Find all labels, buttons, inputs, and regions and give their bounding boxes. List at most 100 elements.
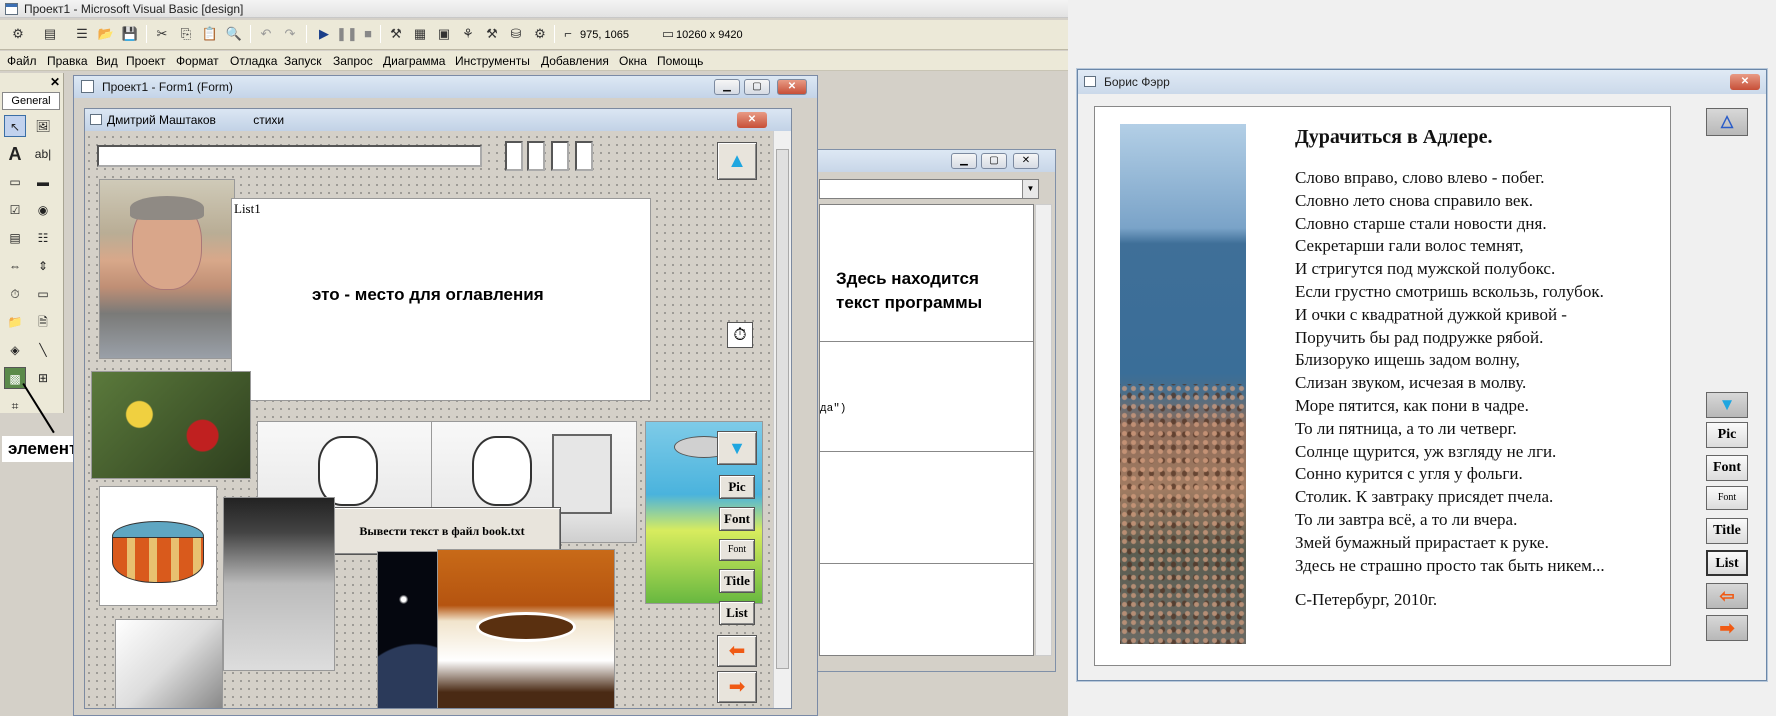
list-button[interactable]: List <box>719 601 755 625</box>
add-form-icon[interactable]: ▤ <box>40 24 60 44</box>
pause-icon[interactable]: ❚❚ <box>336 24 358 44</box>
textbox-tool-icon[interactable]: ab| <box>32 143 54 165</box>
menu-editor-icon[interactable]: ☰ <box>72 24 92 44</box>
title-button[interactable]: Title <box>1706 518 1748 544</box>
filelistbox-tool-icon[interactable]: 🗎 <box>32 311 54 333</box>
data-tool-icon[interactable]: ⊞ <box>32 367 54 389</box>
frame-tool-icon[interactable]: ▭ <box>4 171 26 193</box>
maximize-icon[interactable]: ▢ <box>744 79 770 95</box>
space-image <box>377 551 443 708</box>
redo-icon[interactable]: ↷ <box>280 24 300 44</box>
prev-arrow-button[interactable]: ⇦ <box>1706 583 1748 609</box>
drivelistbox-tool-icon[interactable]: ▭ <box>32 283 54 305</box>
optionbutton-tool-icon[interactable]: ◉ <box>32 199 54 221</box>
toolbox-close-icon[interactable]: ✕ <box>48 75 62 89</box>
dirlistbox-tool-icon[interactable]: 📁 <box>4 311 26 333</box>
save-icon[interactable]: 💾 <box>120 24 140 44</box>
menu-help[interactable]: Помощь <box>657 53 703 69</box>
menu-diagram[interactable]: Диаграмма <box>383 53 445 69</box>
code-editor[interactable]: Здесь находится текст программы да") <box>819 204 1034 656</box>
form-layout-icon[interactable]: ▣ <box>434 24 454 44</box>
menu-query[interactable]: Запрос <box>333 53 373 69</box>
title-button[interactable]: Title <box>719 569 755 593</box>
chevron-down-icon[interactable]: ▼ <box>1022 180 1038 198</box>
line-tool-icon[interactable]: ╲ <box>32 339 54 361</box>
scroll-up-button[interactable]: △ <box>1706 108 1748 136</box>
find-icon[interactable]: 🔍 <box>224 24 244 44</box>
procedure-combo[interactable]: ▼ <box>819 179 1039 199</box>
hscrollbar-tool-icon[interactable]: ⇔ <box>4 255 26 277</box>
poem-line: Секретарши гали волос темнят, <box>1295 236 1524 256</box>
small-textbox[interactable] <box>551 141 569 171</box>
small-textbox[interactable] <box>575 141 593 171</box>
maximize-icon[interactable]: ▢ <box>981 153 1007 169</box>
small-textbox[interactable] <box>505 141 523 171</box>
paste-icon[interactable]: 📋 <box>200 24 220 44</box>
minimize-icon[interactable]: ▁ <box>714 79 740 95</box>
properties-icon[interactable]: ▦ <box>410 24 430 44</box>
shape-tool-icon[interactable]: ◈ <box>4 339 26 361</box>
checkbox-tool-icon[interactable]: ☑ <box>4 199 26 221</box>
menu-edit[interactable]: Правка <box>47 53 88 69</box>
scroll-up-button[interactable]: ▲ <box>717 142 757 180</box>
menu-format[interactable]: Формат <box>176 53 219 69</box>
close-icon[interactable]: ✕ <box>1730 74 1760 90</box>
contents-listbox[interactable]: List1 это - место для оглавления <box>231 198 651 401</box>
menu-project[interactable]: Проект <box>126 53 166 69</box>
pic-button[interactable]: Pic <box>719 475 755 499</box>
font-button[interactable]: Font <box>1706 455 1748 481</box>
list-button[interactable]: List <box>1706 550 1748 576</box>
title-textbox[interactable] <box>97 145 482 167</box>
menu-tools[interactable]: Инструменты <box>455 53 530 69</box>
open-icon[interactable]: 📂 <box>96 24 116 44</box>
run-icon[interactable]: ▶ <box>314 24 334 44</box>
vscrollbar-tool-icon[interactable]: ⇕ <box>32 255 54 277</box>
project-explorer-icon[interactable]: ⚒ <box>386 24 406 44</box>
timer-tool-icon[interactable]: ⏱ <box>4 283 26 305</box>
design-vscrollbar[interactable] <box>773 131 791 708</box>
ole-tool-icon[interactable]: ⌗ <box>4 395 26 417</box>
code-snippet: да") <box>820 403 847 415</box>
listbox-tool-icon[interactable]: ☷ <box>32 227 54 249</box>
minimize-icon[interactable]: ▁ <box>951 153 977 169</box>
design-form-canvas[interactable]: Дмитрий Маштаков стихи ✕ ▲ List1 это - м… <box>84 108 792 709</box>
commandbutton-tool-icon[interactable]: ▬ <box>32 171 54 193</box>
data-view-icon[interactable]: ⛁ <box>506 24 526 44</box>
close-icon[interactable]: ✕ <box>1013 153 1039 169</box>
menu-addins[interactable]: Добавления <box>541 53 609 69</box>
component-icon[interactable]: ⚙ <box>530 24 550 44</box>
toolbox-icon[interactable]: ⚒ <box>482 24 502 44</box>
label-tool-icon[interactable]: A <box>4 143 26 165</box>
copy-icon[interactable]: ⎘ <box>176 24 196 44</box>
close-icon[interactable]: ✕ <box>777 79 807 95</box>
small-textbox[interactable] <box>527 141 545 171</box>
font-small-button[interactable]: Font <box>719 539 755 561</box>
pointer-tool-icon[interactable]: ↖ <box>4 115 26 137</box>
stop-icon[interactable]: ■ <box>358 24 378 44</box>
pic-button[interactable]: Pic <box>1706 422 1748 448</box>
scroll-down-button[interactable]: ▼ <box>717 431 757 465</box>
picturebox-tool-icon[interactable]: 🖼 <box>32 115 54 137</box>
add-project-icon[interactable]: ⚙ <box>8 24 28 44</box>
save-book-button[interactable]: Вывести текст в файл book.txt <box>323 507 561 555</box>
undo-icon[interactable]: ↶ <box>256 24 276 44</box>
menu-run[interactable]: Запуск <box>284 53 322 69</box>
object-browser-icon[interactable]: ⚘ <box>458 24 478 44</box>
code-vscrollbar[interactable] <box>1035 204 1052 656</box>
next-arrow-button[interactable]: ➡ <box>1706 615 1748 641</box>
prev-arrow-button[interactable]: ⬅ <box>717 635 757 667</box>
close-icon[interactable]: ✕ <box>737 112 767 128</box>
font-small-button[interactable]: Font <box>1706 486 1748 510</box>
font-button[interactable]: Font <box>719 507 755 531</box>
toolbox-tab-general[interactable]: General <box>2 92 60 110</box>
cut-icon[interactable]: ✂ <box>152 24 172 44</box>
form-icon <box>1084 76 1096 87</box>
menu-debug[interactable]: Отладка <box>230 53 277 69</box>
menu-windows[interactable]: Окна <box>619 53 647 69</box>
next-arrow-button[interactable]: ➡ <box>717 671 757 703</box>
menu-view[interactable]: Вид <box>96 53 118 69</box>
code-window[interactable]: ▁ ▢ ✕ ▼ Здесь находится текст программы … <box>816 149 1056 672</box>
combobox-tool-icon[interactable]: ▤ <box>4 227 26 249</box>
menu-file[interactable]: Файл <box>7 53 37 69</box>
scroll-down-button[interactable]: ▼ <box>1706 392 1748 418</box>
